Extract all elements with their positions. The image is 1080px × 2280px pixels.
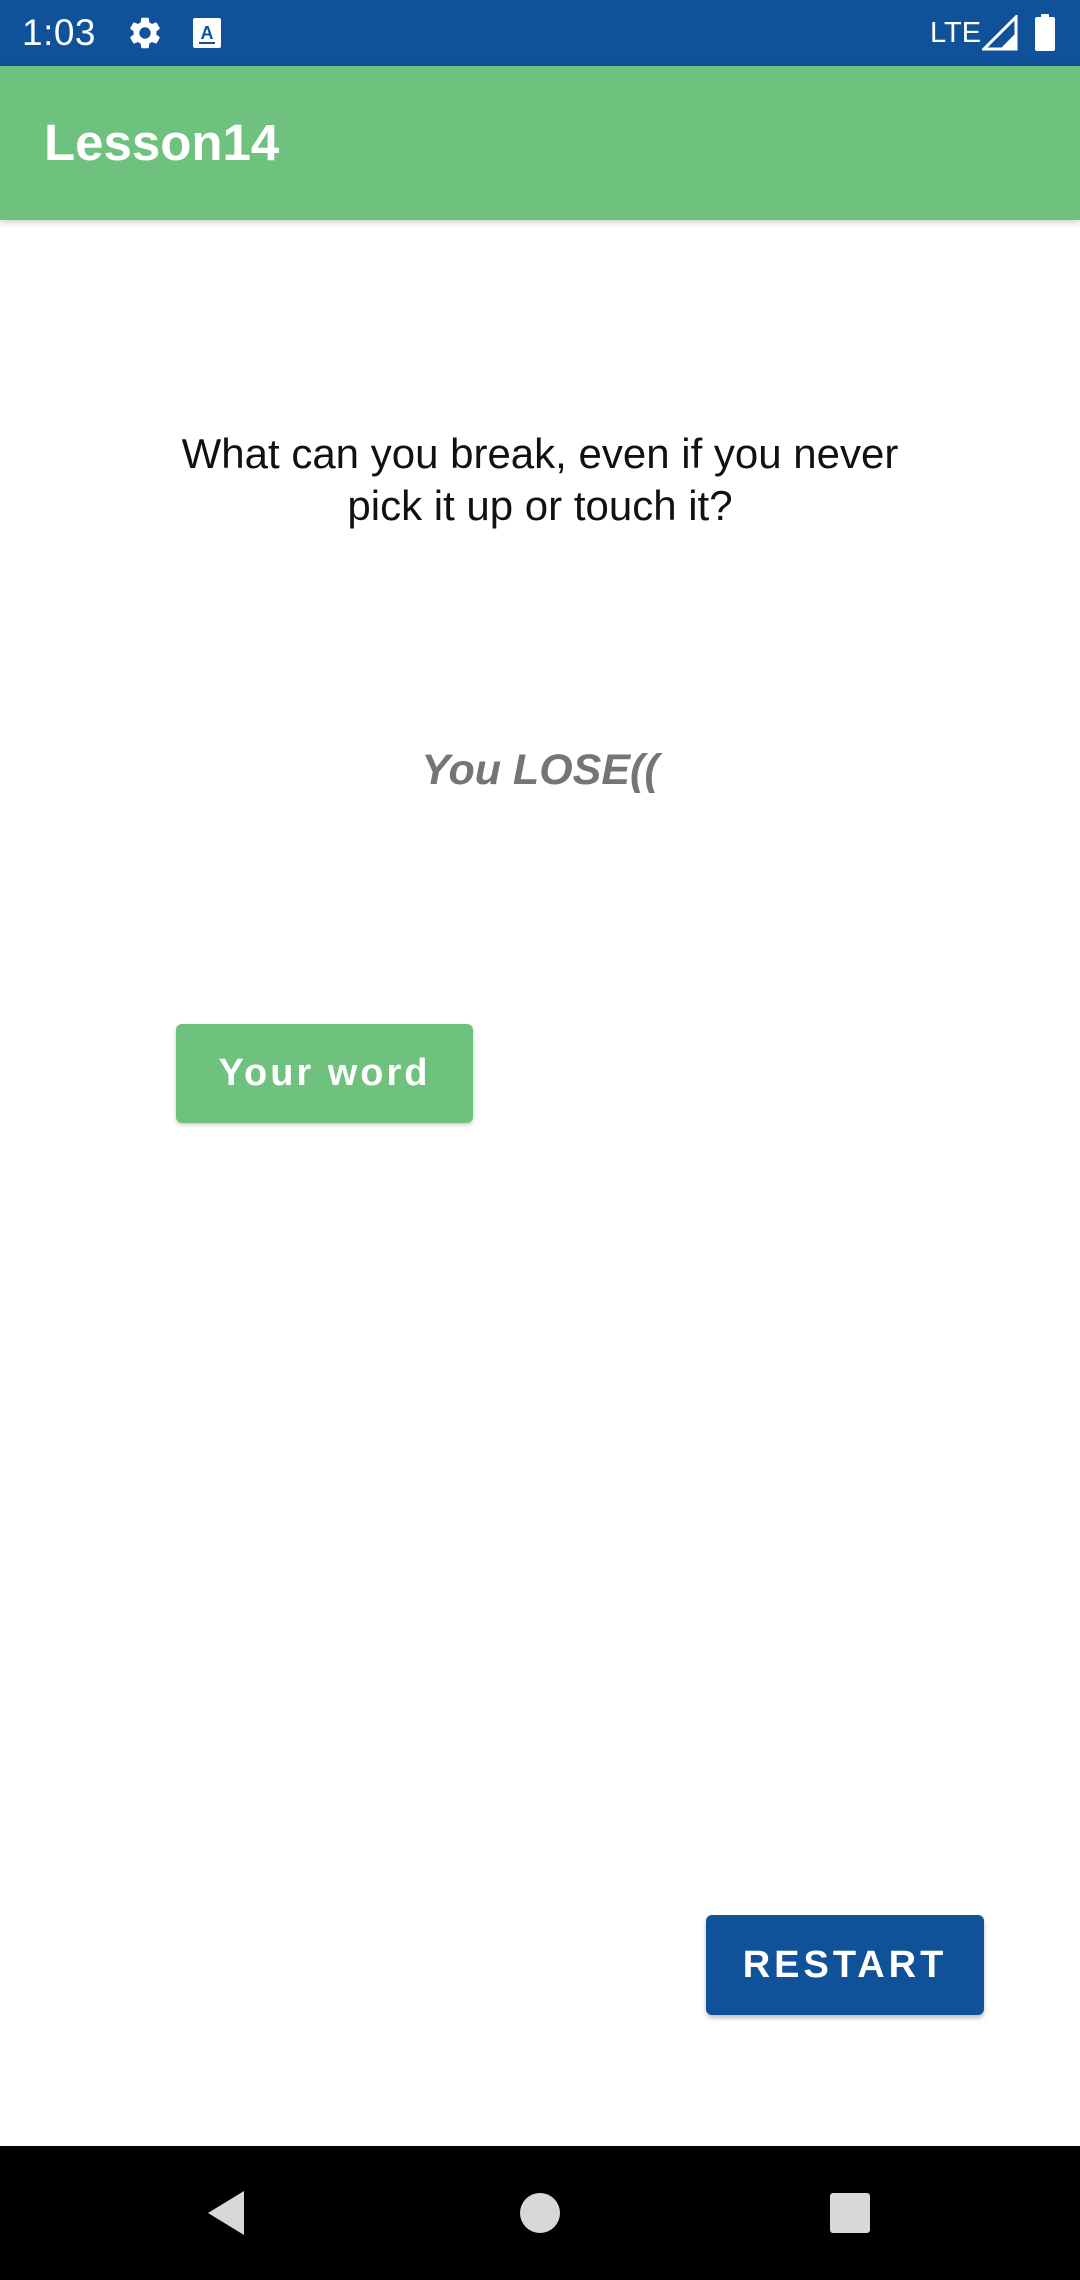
- keyboard-a-icon: A: [192, 0, 222, 66]
- navigation-bar: [0, 2146, 1080, 2280]
- home-icon[interactable]: [480, 2146, 600, 2280]
- restart-button[interactable]: RESTART: [706, 1915, 984, 2015]
- recents-icon[interactable]: [790, 2146, 910, 2280]
- status-bar: 1:03 A LTE: [0, 0, 1080, 66]
- status-time: 1:03: [22, 12, 97, 53]
- network-type: LTE: [930, 17, 982, 49]
- result-text: You LOSE((: [421, 746, 659, 794]
- app-bar: Lesson14: [0, 66, 1080, 220]
- your-word-button[interactable]: Your word: [176, 1024, 473, 1123]
- signal-icon: [982, 0, 1018, 66]
- app-title: Lesson14: [44, 114, 280, 171]
- screen: 1:03 A LTE Lesson14 What can you break, …: [0, 0, 1080, 2280]
- battery-icon: [1034, 0, 1056, 66]
- riddle-question: What can you break, even if you never pi…: [181, 430, 899, 529]
- gear-icon: [126, 0, 164, 66]
- back-icon[interactable]: [166, 2146, 286, 2280]
- svg-text:A: A: [201, 23, 214, 43]
